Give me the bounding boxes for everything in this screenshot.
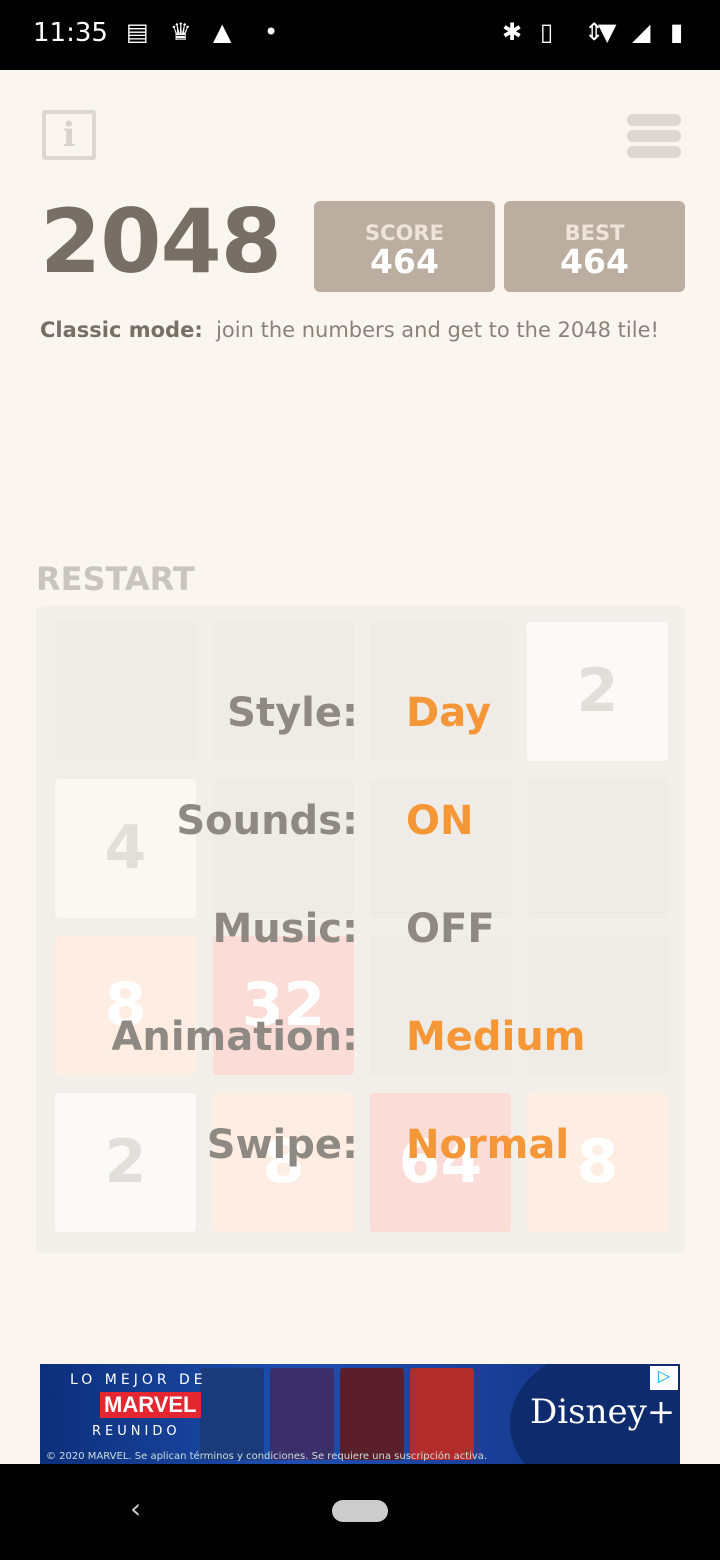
best-box: BEST 464: [504, 201, 685, 292]
mode-label: Classic mode:: [40, 318, 203, 342]
setting-value[interactable]: Normal: [406, 1122, 569, 1168]
game-title: 2048: [40, 190, 282, 293]
setting-row[interactable]: Animation: Medium: [0, 1014, 720, 1064]
mode-description: join the numbers and get to the 2048 til…: [216, 318, 659, 342]
setting-value[interactable]: OFF: [406, 906, 495, 952]
setting-label: Music:: [212, 906, 358, 952]
ad-line1: LO MEJOR DE: [70, 1372, 207, 1388]
ad-banner[interactable]: LO MEJOR DE MARVEL REUNIDO Disney+ ▷ © 2…: [40, 1364, 680, 1464]
setting-row[interactable]: Sounds: ON: [0, 798, 720, 848]
home-button[interactable]: [332, 1500, 388, 1522]
setting-label: Style:: [227, 690, 358, 736]
ad-poster: [200, 1368, 264, 1460]
score-box: SCORE 464: [314, 201, 495, 292]
setting-value[interactable]: Day: [406, 690, 491, 736]
setting-label: Swipe:: [206, 1122, 358, 1168]
wifi-icon: ▼: [598, 18, 617, 46]
status-time: 11:35: [33, 18, 108, 48]
ad-poster: [340, 1368, 404, 1460]
setting-value[interactable]: Medium: [406, 1014, 585, 1060]
setting-row[interactable]: Swipe: Normal: [0, 1122, 720, 1172]
vibrate-icon: ▯: [540, 18, 554, 46]
disney-plus-logo: Disney+: [530, 1392, 676, 1432]
ad-line2: REUNIDO: [92, 1424, 181, 1439]
warning-icon: ▲: [213, 18, 232, 46]
adchoices-icon[interactable]: ▷: [650, 1366, 678, 1390]
signal-icon: ◢: [632, 18, 651, 46]
subtitle: Classic mode: join the numbers and get t…: [40, 318, 659, 342]
setting-row[interactable]: Style: Day: [0, 690, 720, 740]
battery-charging-icon: ▮: [670, 18, 684, 46]
setting-row[interactable]: Music: OFF: [0, 906, 720, 956]
back-icon[interactable]: ‹: [130, 1492, 141, 1525]
bluetooth-icon: ✱: [502, 18, 523, 46]
dot-icon: •: [264, 18, 279, 46]
score-value: 464: [370, 242, 439, 281]
ad-poster: [270, 1368, 334, 1460]
restart-button[interactable]: RESTART: [36, 560, 195, 598]
setting-value[interactable]: ON: [406, 798, 473, 844]
info-icon[interactable]: i: [42, 110, 96, 160]
ad-copyright: © 2020 MARVEL. Se aplican términos y con…: [46, 1451, 488, 1462]
news-icon: ▤: [126, 18, 149, 46]
ad-poster: [410, 1368, 474, 1460]
setting-label: Sounds:: [176, 798, 358, 844]
best-value: 464: [560, 242, 629, 281]
marvel-logo: MARVEL: [100, 1392, 201, 1418]
navigation-bar: ‹: [0, 1464, 720, 1560]
setting-label: Animation:: [111, 1014, 358, 1060]
pet-icon: ♛: [170, 18, 192, 46]
hamburger-menu-icon[interactable]: [627, 114, 681, 162]
status-bar: 11:35 ▤ ♛ ▲ • ✱ ▯ ⇕ ▼ ◢ ▮: [0, 0, 720, 70]
